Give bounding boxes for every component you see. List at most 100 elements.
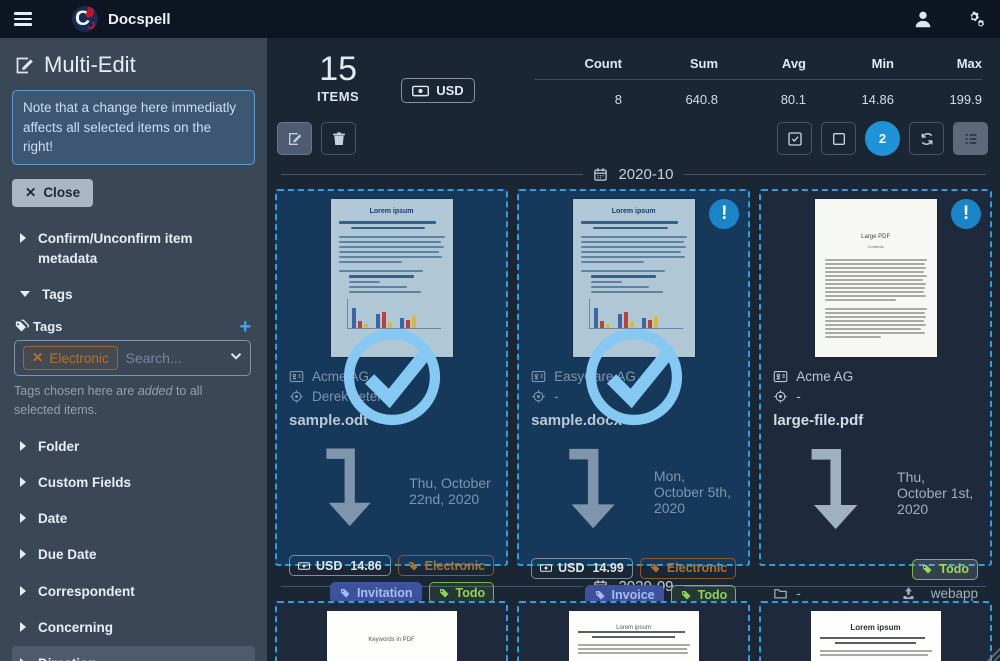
list-view-button[interactable]	[953, 122, 988, 155]
item-name: large-file.pdf	[773, 412, 864, 429]
section-direction[interactable]: Direction	[12, 646, 255, 661]
square-icon	[832, 132, 845, 145]
tag-icon	[595, 591, 605, 600]
arrow-down-icon	[811, 448, 858, 530]
currency-summary-badge: USD	[401, 78, 475, 103]
section-correspondent[interactable]: Correspondent	[12, 574, 255, 610]
chevron-right-icon	[20, 549, 26, 560]
tag-chip-electronic[interactable]: ✕ Electronic	[23, 346, 118, 371]
item-card[interactable]: Lorem ipsum	[517, 601, 750, 661]
document-thumbnail: Lorem ipsum	[572, 199, 695, 357]
chevron-right-icon	[20, 232, 26, 243]
multi-edit-note: Note that a change here immediatly affec…	[12, 90, 255, 165]
item-card-sample-odt[interactable]: Lorem ipsum Acme AG Derek Jeter sample.o…	[275, 189, 509, 661]
item-list-main: 15 ITEMS USD Count Sum Avg Min Max 8 640…	[267, 38, 1000, 661]
chevron-right-icon	[20, 440, 26, 451]
chevron-right-icon	[20, 476, 26, 487]
selection-count-badge[interactable]: 2	[865, 121, 900, 156]
document-thumbnail: Lorem ipsum	[810, 611, 941, 661]
thumbnail-chart	[588, 298, 683, 329]
settings-gears-icon[interactable]	[964, 8, 986, 30]
tag-search-input[interactable]	[125, 350, 222, 367]
address-card-icon	[289, 370, 304, 383]
document-thumbnail: Keywords in PDF	[326, 611, 457, 661]
folder-source-row: - webapp	[773, 586, 978, 601]
item-card[interactable]: Lorem ipsum	[759, 601, 992, 661]
deselect-all-button[interactable]	[821, 122, 856, 155]
crosshair-icon	[290, 390, 303, 403]
money-icon	[412, 85, 430, 96]
tags-helper-text: Tags chosen here are added to all select…	[14, 384, 203, 417]
tag-badge-electronic: Electronic	[397, 555, 495, 577]
chevron-down-icon	[20, 291, 30, 298]
correspondent-row: Acme AG	[773, 369, 978, 384]
item-card-sample-docx[interactable]: ! Lorem ipsum EasyCare AG - sample.docx …	[517, 189, 751, 661]
tags-multiselect[interactable]: ✕ Electronic	[14, 340, 251, 377]
upload-icon	[903, 587, 914, 599]
tag-badge-electronic: Electronic	[639, 557, 737, 579]
concerning-row: -	[531, 389, 736, 404]
stats-value-max: 199.9	[949, 92, 982, 107]
dropdown-chevron-icon[interactable]	[230, 349, 242, 367]
stats-header-max: Max	[894, 52, 982, 80]
item-card[interactable]: Keywords in PDF	[275, 601, 508, 661]
stats-header-sum: Sum	[622, 52, 718, 80]
check-square-icon	[787, 131, 802, 146]
docspell-logo-icon: C	[72, 6, 98, 32]
tag-icon	[922, 565, 932, 574]
item-date-row: Mon, October 5th, 2020	[531, 435, 736, 550]
address-card-icon	[531, 370, 546, 383]
section-confirm-metadata[interactable]: Confirm/Unconfirm item metadata	[12, 221, 255, 278]
list-view-icon	[965, 133, 976, 144]
section-tags[interactable]: Tags	[12, 277, 255, 313]
item-date-row: Thu, October 1st, 2020	[773, 435, 978, 551]
top-navbar: C Docspell	[0, 0, 1000, 38]
money-icon	[298, 561, 310, 570]
trash-icon	[332, 131, 345, 145]
app-title: Docspell	[108, 10, 171, 28]
tags-panel: Tags + ✕ Electronic Tags chosen here are…	[12, 313, 255, 420]
document-preview: Lorem ipsum	[761, 603, 990, 661]
delete-selected-button[interactable]	[321, 122, 356, 155]
date-group-header: 2020-10	[281, 166, 986, 183]
tag-badge-invitation: Invitation	[329, 582, 422, 604]
edit-icon	[288, 132, 301, 145]
section-date[interactable]: Date	[12, 501, 255, 537]
user-icon[interactable]	[912, 8, 934, 30]
stats-header-count: Count	[534, 52, 622, 80]
arrow-down-icon	[326, 448, 371, 527]
stats-value-sum: 640.8	[685, 92, 718, 107]
sidebar-title: Multi-Edit	[12, 48, 255, 80]
section-due-date[interactable]: Due Date	[12, 537, 255, 573]
stats-value-avg: 80.1	[780, 92, 806, 107]
tags-icon	[15, 320, 29, 332]
section-folder[interactable]: Folder	[12, 429, 255, 465]
concerning-row: -	[773, 389, 978, 404]
document-thumbnail: Lorem ipsum	[568, 611, 699, 661]
remove-tag-icon[interactable]: ✕	[32, 350, 43, 366]
stats-table: Count Sum Avg Min Max 8 640.8 80.1 14.86…	[534, 52, 982, 107]
document-preview: Lorem ipsum	[277, 191, 506, 361]
stats-value-min: 14.86	[861, 92, 894, 107]
concerning-row: Derek Jeter	[289, 389, 494, 404]
chevron-right-icon	[20, 585, 26, 596]
app-logo: C Docspell	[72, 6, 171, 32]
correspondent-row: EasyCare AG	[531, 369, 736, 384]
tag-badge-todo: Todo	[912, 558, 978, 580]
refresh-button[interactable]	[909, 122, 944, 155]
tag-icon	[408, 561, 418, 571]
add-tag-icon[interactable]: +	[239, 317, 251, 337]
crosshair-icon	[774, 390, 787, 403]
item-card-large-file-pdf[interactable]: ! Large PDF Contents Acme AG - large-fil…	[759, 189, 992, 651]
edit-selected-button[interactable]	[277, 122, 312, 155]
stats-header-avg: Avg	[718, 52, 806, 80]
amount-badge: USD 14.99	[531, 557, 633, 579]
section-concerning[interactable]: Concerning	[12, 610, 255, 646]
tags-field-label: Tags	[33, 319, 63, 335]
hamburger-menu-icon[interactable]	[14, 12, 32, 26]
arrow-down-icon	[569, 448, 615, 529]
select-all-button[interactable]	[777, 122, 812, 155]
section-custom-fields[interactable]: Custom Fields	[12, 465, 255, 501]
close-button[interactable]: ✕ Close	[12, 178, 94, 207]
tag-icon	[340, 588, 350, 598]
